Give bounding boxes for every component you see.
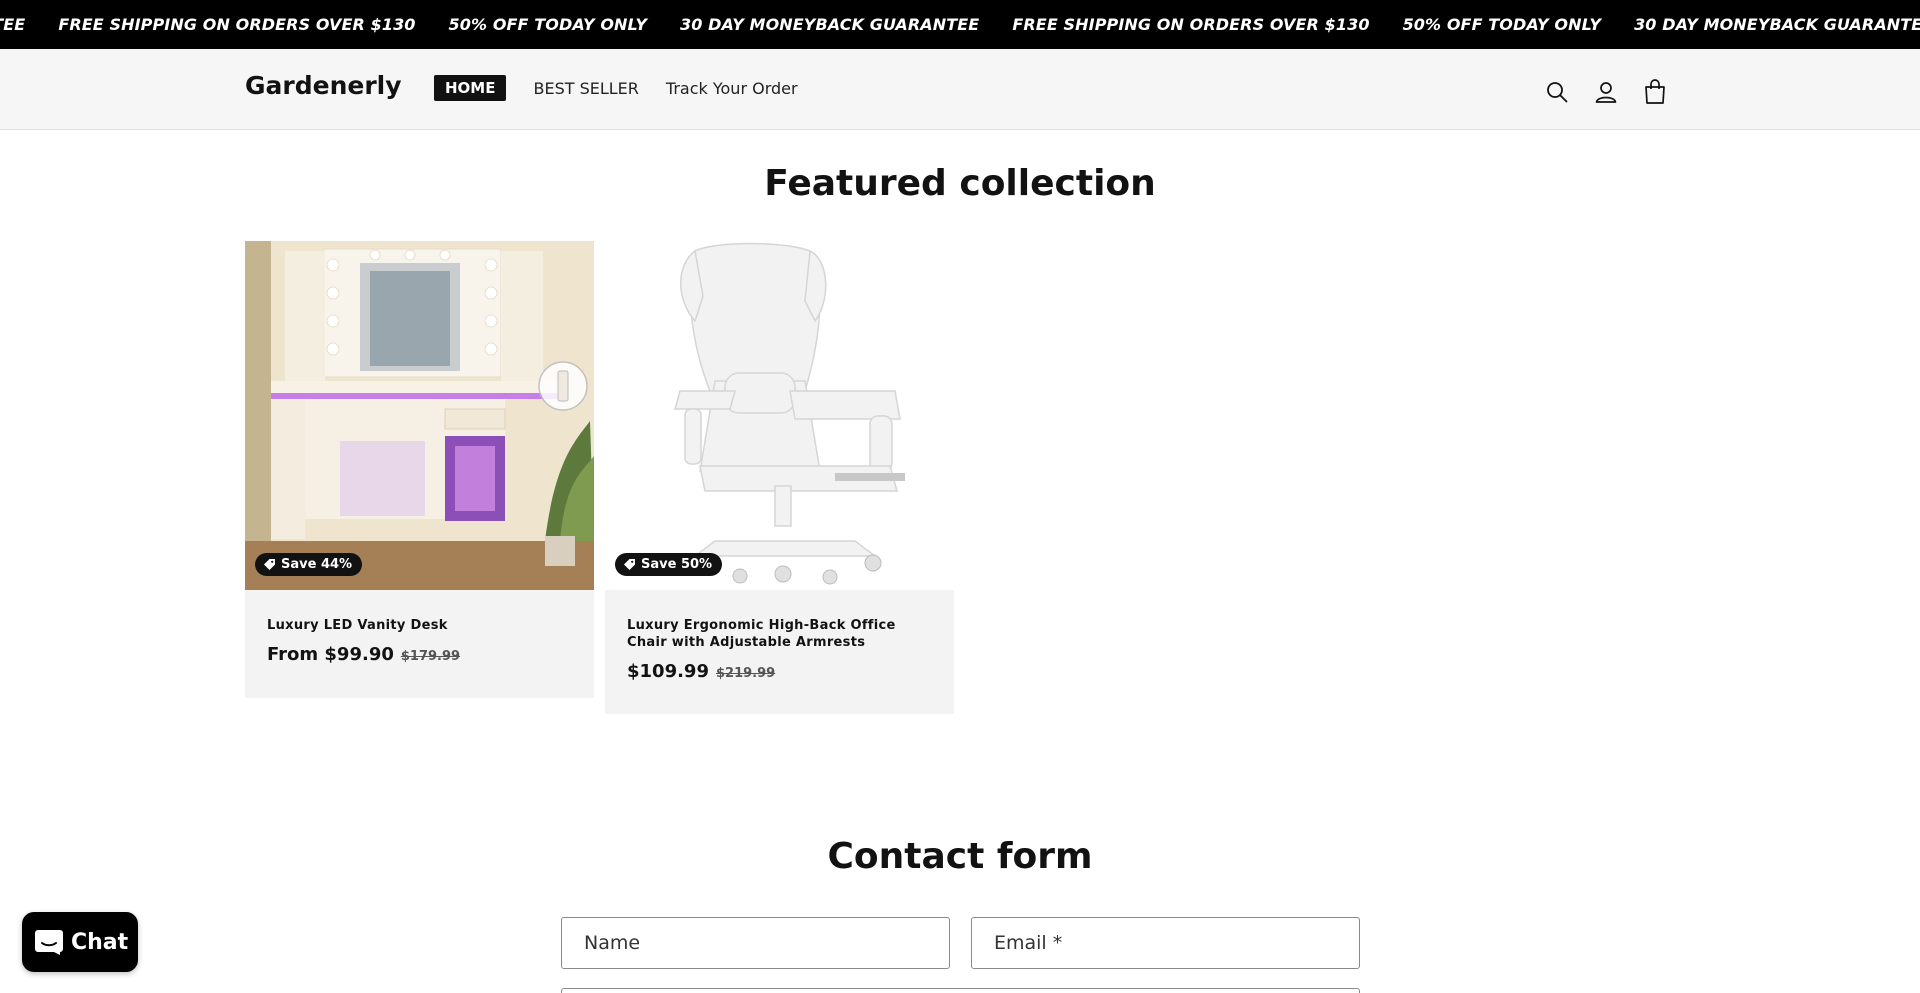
product-image-vanity-desk[interactable]: Save 44% [245,241,594,590]
chat-button[interactable]: Chat [22,912,138,972]
name-field-wrapper [561,917,950,969]
product-compare-price: $179.99 [400,649,461,664]
price-row: $109.99 $219.99 [627,661,932,682]
tag-icon [624,559,635,570]
announcement-item: 30 DAY MONEYBACK GUARANTEE [0,15,26,34]
chat-button-label: Chat [71,929,129,955]
announcement-bar: 30 DAY MONEYBACK GUARANTEE FREE SHIPPING… [0,0,1920,49]
search-icon[interactable] [1540,75,1574,109]
chat-bubble-icon [35,930,63,955]
product-card-body: Luxury LED Vanity Desk From $99.90 $179.… [245,590,594,665]
product-title[interactable]: Luxury LED Vanity Desk [267,617,572,634]
discount-badge: Save 44% [255,553,363,576]
announcement-item: FREE SHIPPING ON ORDERS OVER $130 [58,15,416,34]
name-input[interactable] [584,932,927,954]
tag-icon [264,559,275,570]
product-price: $109.99 [627,661,709,682]
site-logo[interactable]: Gardenerly [245,71,402,100]
discount-badge: Save 50% [615,553,723,576]
product-card[interactable]: Save 50% Luxury Ergonomic High-Back Offi… [605,241,954,714]
header-icons [1540,75,1687,109]
product-card-body: Luxury Ergonomic High-Back Office Chair … [605,590,954,682]
email-field-wrapper [971,917,1360,969]
announcement-item: 50% OFF TODAY ONLY [1402,15,1602,34]
product-card[interactable]: Save 44% Luxury LED Vanity Desk From $99… [245,241,594,698]
site-header: Gardenerly HOME BEST SELLER Track Your O… [0,49,1920,130]
announcement-item: FREE SHIPPING ON ORDERS OVER $130 [1012,15,1370,34]
product-price: From $99.90 [267,644,394,665]
account-icon[interactable] [1589,75,1623,109]
price-row: From $99.90 $179.99 [267,644,572,665]
next-field-top-edge [561,988,1360,993]
announcement-item: 30 DAY MONEYBACK GUARANTEE [1634,15,1920,34]
main-nav: HOME BEST SELLER Track Your Order [434,75,825,101]
product-title[interactable]: Luxury Ergonomic High-Back Office Chair … [627,617,932,651]
nav-best-seller[interactable]: BEST SELLER [533,79,638,98]
nav-track-order[interactable]: Track Your Order [666,79,798,98]
contact-form-title: Contact form [827,836,1093,877]
product-image-office-chair[interactable]: Save 50% [605,241,954,590]
discount-badge-label: Save 44% [281,557,353,572]
announcement-item: 50% OFF TODAY ONLY [448,15,648,34]
email-input[interactable] [994,932,1337,954]
announcement-item: 30 DAY MONEYBACK GUARANTEE [680,15,980,34]
discount-badge-label: Save 50% [641,557,713,572]
product-compare-price: $219.99 [715,666,776,681]
nav-home[interactable]: HOME [434,75,507,101]
featured-collection-title: Featured collection [764,163,1156,204]
cart-icon[interactable] [1638,75,1672,109]
announcement-marquee: 30 DAY MONEYBACK GUARANTEE FREE SHIPPING… [0,0,1920,49]
